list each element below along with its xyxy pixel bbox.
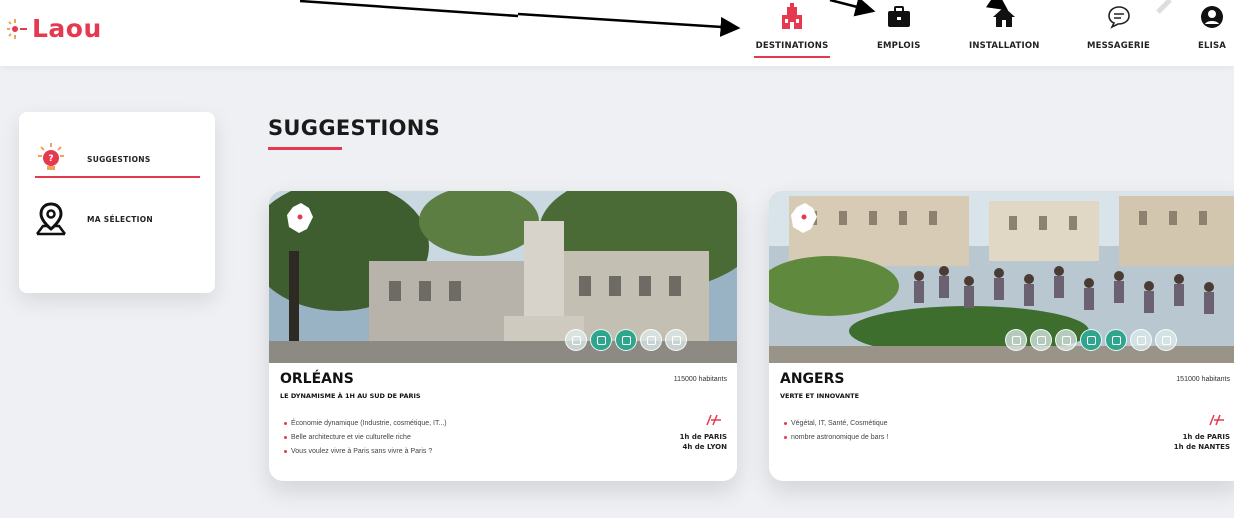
list-item: Belle architecture et vie culturelle ric… xyxy=(284,431,447,445)
city-name: ORLÉANS xyxy=(280,371,354,387)
feature-icon[interactable] xyxy=(1080,329,1102,351)
city-highlights: Économie dynamique (Industrie, cosmétiqu… xyxy=(284,417,447,459)
city-icon xyxy=(777,2,807,32)
feature-icon[interactable] xyxy=(1155,329,1177,351)
nav-active-indicator xyxy=(754,56,830,58)
list-item: Économie dynamique (Industrie, cosmétiqu… xyxy=(284,417,447,431)
population: 151000 habitants xyxy=(1176,376,1230,383)
feature-icon[interactable] xyxy=(1055,329,1077,351)
nav-label: EMPLOIS xyxy=(877,41,921,51)
card-body: ORLÉANS LE DYNAMISME À 1H AU SUD DE PARI… xyxy=(269,363,737,481)
city-card-orleans[interactable]: ORLÉANS LE DYNAMISME À 1H AU SUD DE PARI… xyxy=(269,191,737,481)
feature-icon[interactable] xyxy=(1005,329,1027,351)
feature-icon[interactable] xyxy=(615,329,637,351)
travel-time: 4h de LYON xyxy=(682,443,728,451)
feature-icon[interactable] xyxy=(1130,329,1152,351)
chat-icon xyxy=(1104,2,1134,32)
title-underline xyxy=(268,147,342,150)
svg-text:?: ? xyxy=(48,154,53,164)
sidebar-item-suggestions[interactable]: ? SUGGESTIONS xyxy=(33,142,151,176)
top-bar: Laou DESTINATIONS EMPLOIS INSTALLATION M… xyxy=(0,0,1234,66)
nav-label: MESSAGERIE xyxy=(1087,41,1151,51)
feature-badges xyxy=(565,329,687,351)
feature-icon[interactable] xyxy=(590,329,612,351)
nav-destinations[interactable]: DESTINATIONS xyxy=(754,2,830,58)
briefcase-icon xyxy=(884,2,914,32)
list-item: Vous voulez vivre à Paris sans vivre à P… xyxy=(284,445,447,459)
lightbulb-icon: ? xyxy=(38,143,64,170)
nav-installation[interactable]: INSTALLATION xyxy=(969,2,1040,51)
sidebar-item-selection[interactable]: MA SÉLECTION xyxy=(33,202,153,236)
travel-time: 1h de PARIS xyxy=(679,433,727,441)
feature-icon[interactable] xyxy=(665,329,687,351)
nav-label: DESTINATIONS xyxy=(755,41,829,51)
map-pin-icon xyxy=(36,202,66,236)
city-highlights: Végétal, IT, Santé, Cosmétique nombre as… xyxy=(784,417,888,445)
feature-badges xyxy=(1005,329,1177,351)
page-title: SUGGESTIONS xyxy=(268,116,441,140)
nav-label: INSTALLATION xyxy=(969,41,1040,51)
nav-profile[interactable]: ELISA xyxy=(1197,2,1227,51)
city-name: ANGERS xyxy=(780,371,845,387)
travel-times: 1h de PARIS 1h de NANTES xyxy=(1174,413,1230,452)
sidebar-item-label: MA SÉLECTION xyxy=(87,214,153,224)
feature-icon[interactable] xyxy=(1030,329,1052,351)
logo-text: Laou xyxy=(32,14,102,43)
travel-time: 1h de NANTES xyxy=(1173,443,1230,451)
train-icon xyxy=(1209,414,1224,426)
population: 115000 habitants xyxy=(673,376,727,383)
list-item: Végétal, IT, Santé, Cosmétique xyxy=(784,417,888,431)
user-icon xyxy=(1197,2,1227,32)
nav-label: ELISA xyxy=(1197,41,1227,51)
city-tagline: VERTE ET INNOVANTE xyxy=(780,392,860,400)
train-icon xyxy=(706,414,721,426)
home-icon xyxy=(989,2,1019,32)
logo-icon xyxy=(7,18,27,39)
travel-time: 1h de PARIS xyxy=(1182,433,1230,441)
logo[interactable]: Laou xyxy=(6,14,102,43)
travel-times: 1h de PARIS 4h de LYON xyxy=(680,413,727,452)
city-card-angers[interactable]: ANGERS VERTE ET INNOVANTE 151000 habitan… xyxy=(769,191,1234,481)
card-body: ANGERS VERTE ET INNOVANTE 151000 habitan… xyxy=(769,363,1234,481)
sidebar-active-indicator xyxy=(35,176,200,178)
feature-icon[interactable] xyxy=(640,329,662,351)
list-item: nombre astronomique de bars ! xyxy=(784,431,888,445)
feature-icon[interactable] xyxy=(1105,329,1127,351)
nav-emplois[interactable]: EMPLOIS xyxy=(877,2,921,51)
sidebar-item-label: SUGGESTIONS xyxy=(87,154,151,164)
city-tagline: LE DYNAMISME À 1H AU SUD DE PARIS xyxy=(280,392,421,400)
nav-messagerie[interactable]: MESSAGERIE xyxy=(1087,2,1150,51)
sidebar: ? SUGGESTIONS MA SÉLECTION xyxy=(19,112,215,293)
feature-icon[interactable] xyxy=(565,329,587,351)
